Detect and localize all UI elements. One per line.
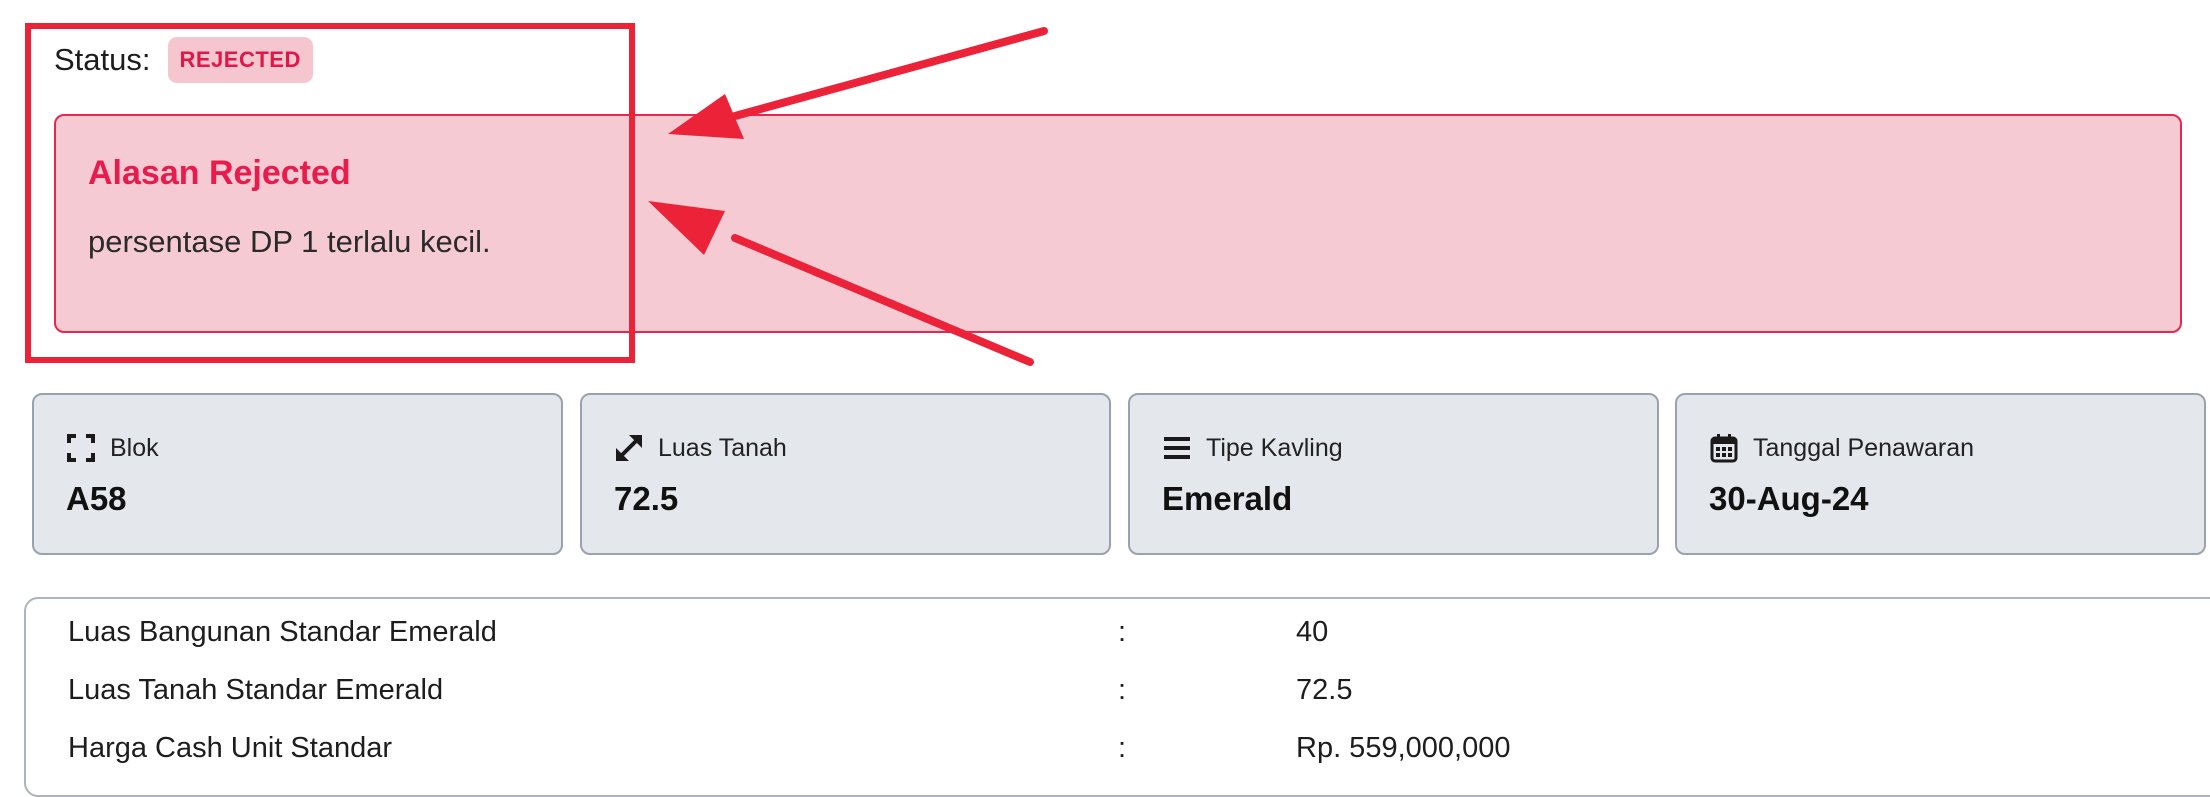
status-label: Status: bbox=[54, 42, 151, 77]
expand-corners-icon bbox=[66, 433, 96, 463]
card-tanggal-penawaran: Tanggal Penawaran 30-Aug-24 bbox=[1675, 393, 2206, 555]
card-value: 30-Aug-24 bbox=[1709, 480, 1869, 517]
detail-separator: : bbox=[1118, 732, 1127, 764]
detail-label: Luas Tanah Standar Emerald bbox=[68, 674, 444, 706]
card-label: Tanggal Penawaran bbox=[1753, 433, 1974, 462]
detail-value: 40 bbox=[1296, 616, 1329, 648]
detail-label: Luas Bangunan Standar Emerald bbox=[68, 616, 497, 648]
card-label: Luas Tanah bbox=[658, 433, 787, 462]
status-badge: REJECTED bbox=[167, 37, 313, 83]
card-header: Tanggal Penawaran bbox=[1709, 433, 1974, 463]
detail-separator: : bbox=[1118, 674, 1127, 706]
card-value: 72.5 bbox=[614, 480, 679, 517]
card-header: Luas Tanah bbox=[614, 433, 787, 463]
card-value: Emerald bbox=[1162, 480, 1293, 517]
resize-arrows-icon bbox=[614, 433, 644, 463]
card-tipe-kavling: Tipe Kavling Emerald bbox=[1128, 393, 1659, 555]
card-header: Blok bbox=[66, 433, 159, 463]
card-label: Blok bbox=[110, 433, 159, 462]
detail-label: Harga Cash Unit Standar bbox=[68, 732, 392, 764]
rejection-alert: Alasan Rejected persentase DP 1 terlalu … bbox=[54, 114, 2182, 333]
card-blok: Blok A58 bbox=[32, 393, 563, 555]
card-luas-tanah: Luas Tanah 72.5 bbox=[580, 393, 1111, 555]
status-row: Status: REJECTED bbox=[54, 36, 313, 84]
detail-row: Luas Bangunan Standar Emerald : 40 bbox=[26, 616, 2210, 666]
details-table: Luas Bangunan Standar Emerald : 40 Luas … bbox=[24, 597, 2210, 797]
card-label: Tipe Kavling bbox=[1206, 433, 1343, 462]
card-value: A58 bbox=[66, 480, 127, 517]
detail-separator: : bbox=[1118, 616, 1127, 648]
detail-row: Harga Cash Unit Standar : Rp. 559,000,00… bbox=[26, 732, 2210, 782]
detail-row: Luas Tanah Standar Emerald : 72.5 bbox=[26, 674, 2210, 724]
card-header: Tipe Kavling bbox=[1162, 433, 1343, 463]
list-lines-icon bbox=[1162, 433, 1192, 463]
alert-title: Alasan Rejected bbox=[88, 154, 351, 192]
info-cards: Blok A58 Luas Tanah 72.5 Tipe Kavling Em… bbox=[32, 393, 2210, 555]
rejection-reason-text: persentase DP 1 terlalu kecil. bbox=[88, 224, 491, 259]
detail-value: Rp. 559,000,000 bbox=[1296, 732, 1511, 764]
detail-value: 72.5 bbox=[1296, 674, 1353, 706]
calendar-icon bbox=[1709, 433, 1739, 463]
